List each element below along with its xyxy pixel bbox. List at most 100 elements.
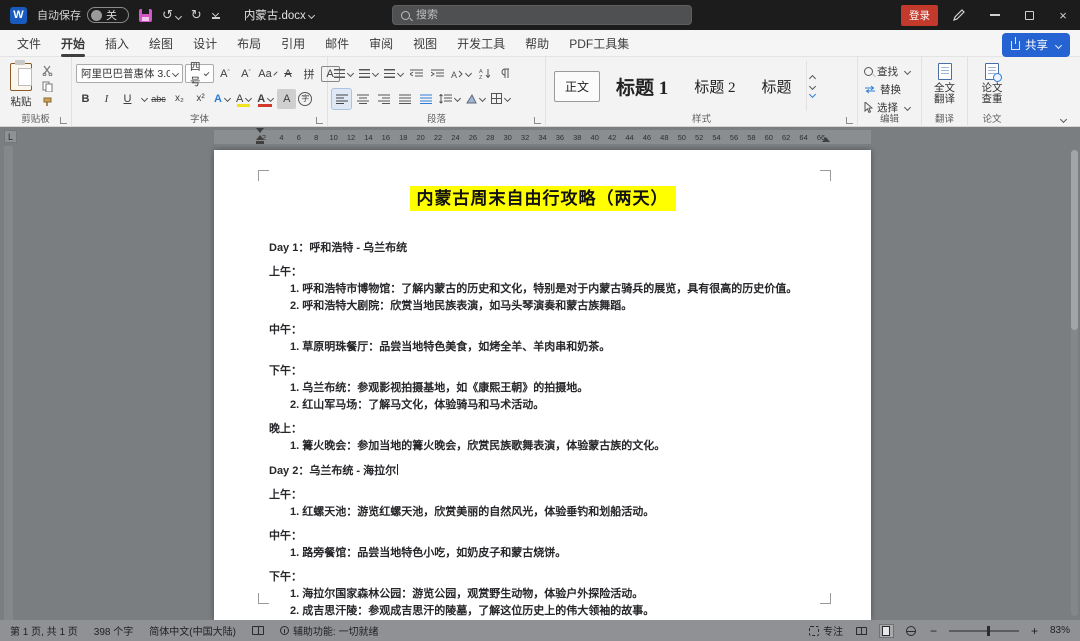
show-marks-button[interactable] <box>496 64 515 84</box>
zoom-out-button[interactable]: − <box>930 624 937 638</box>
save-icon[interactable] <box>139 9 152 22</box>
styles-gallery-expand-icon[interactable] <box>809 90 816 97</box>
style-option[interactable]: 标题 1 <box>606 67 678 106</box>
highlight-color-button[interactable]: A <box>234 89 253 109</box>
font-color-button[interactable]: A <box>255 89 275 109</box>
accessibility-status[interactable]: 辅助功能: 一切就绪 <box>280 623 379 638</box>
menu-tab[interactable]: 文件 <box>8 30 50 57</box>
horizontal-ruler[interactable]: L 24681012141618202224262830323436384042… <box>0 128 1080 146</box>
vertical-scrollbar[interactable] <box>1071 150 1078 616</box>
subscript-button[interactable]: x₂ <box>170 89 189 109</box>
align-center-button[interactable] <box>353 89 372 109</box>
document-page[interactable]: 内蒙古周末自由行攻略（两天） Day 1：呼和浩特 - 乌兰布统 上午： 1. … <box>214 150 871 620</box>
strikethrough-button[interactable]: abc <box>149 89 168 109</box>
styles-scroll-down-icon[interactable] <box>809 82 816 89</box>
language-indicator[interactable]: 简体中文(中国大陆) <box>149 623 236 638</box>
bullets-button[interactable] <box>332 64 355 84</box>
align-right-button[interactable] <box>374 89 393 109</box>
font-name-select[interactable]: 阿里巴巴普惠体 3.0 <box>76 64 183 83</box>
paragraph-dialog-launcher-icon[interactable] <box>534 117 541 124</box>
menu-tab[interactable]: 布局 <box>228 30 270 57</box>
distribute-button[interactable] <box>416 89 435 109</box>
styles-scroll-up-icon[interactable] <box>809 74 816 81</box>
full-text-translate-button[interactable]: 全文翻译 <box>926 61 963 107</box>
shading-button[interactable] <box>464 89 487 109</box>
menu-tab[interactable]: 插入 <box>96 30 138 57</box>
style-option[interactable]: 正文 <box>554 71 600 102</box>
undo-button[interactable]: ↺ <box>162 7 181 23</box>
close-button[interactable]: × <box>1046 0 1080 30</box>
right-indent-icon[interactable] <box>822 137 830 142</box>
menu-tab[interactable]: 开始 <box>52 30 94 57</box>
read-mode-button[interactable] <box>855 625 868 637</box>
italic-button[interactable]: I <box>97 89 116 109</box>
decrease-indent-button[interactable] <box>407 64 426 84</box>
menu-tab[interactable]: 开发工具 <box>448 30 514 57</box>
numbering-button[interactable] <box>357 64 380 84</box>
change-case-button[interactable]: Aa <box>258 64 277 84</box>
pen-icon[interactable] <box>952 8 966 22</box>
search-box[interactable] <box>392 5 692 25</box>
asian-layout-button[interactable]: A <box>449 64 473 84</box>
collapse-ribbon-icon[interactable] <box>1060 116 1067 123</box>
align-left-button[interactable] <box>332 89 351 109</box>
focus-mode-button[interactable]: 专注 <box>809 623 843 638</box>
bold-button[interactable]: B <box>76 89 95 109</box>
borders-button[interactable] <box>489 89 512 109</box>
autosave-toggle[interactable]: 自动保存 关 <box>37 7 129 23</box>
line-spacing-button[interactable] <box>437 89 462 109</box>
scrollbar-thumb[interactable] <box>1071 150 1078 330</box>
paper-check-button[interactable]: 论文查重 <box>972 61 1012 107</box>
document-body[interactable]: Day 1：呼和浩特 - 乌兰布统 上午： 1. 呼和浩特市博物馆：了解内蒙古的… <box>214 209 871 620</box>
menu-tab[interactable]: 引用 <box>272 30 314 57</box>
phonetic-guide-button[interactable]: 拼 <box>300 64 319 84</box>
grow-font-button[interactable]: Aˆ <box>216 64 235 84</box>
left-indent-icon[interactable] <box>256 141 264 144</box>
menu-tab[interactable]: 绘图 <box>140 30 182 57</box>
first-line-indent-icon[interactable] <box>256 128 264 133</box>
enclose-characters-button[interactable]: 字 <box>298 92 312 106</box>
menu-tab[interactable]: 审阅 <box>360 30 402 57</box>
page-indicator[interactable]: 第 1 页, 共 1 页 <box>10 623 78 638</box>
clear-formatting-button[interactable]: A <box>279 64 298 84</box>
styles-dialog-launcher-icon[interactable] <box>846 117 853 124</box>
redo-button[interactable]: ↻ <box>191 7 202 23</box>
print-layout-button[interactable] <box>880 625 893 637</box>
word-count[interactable]: 398 个字 <box>94 623 133 638</box>
copy-icon[interactable] <box>41 80 54 93</box>
proofing-status-icon[interactable] <box>252 626 264 635</box>
login-button[interactable]: 登录 <box>901 5 938 26</box>
menu-tab[interactable]: 邮件 <box>316 30 358 57</box>
sort-button[interactable]: AZ <box>475 64 494 84</box>
character-shading-button[interactable]: A <box>277 89 296 109</box>
multilevel-list-button[interactable] <box>382 64 405 84</box>
cut-icon[interactable] <box>41 64 54 77</box>
format-painter-icon[interactable] <box>41 96 54 109</box>
font-size-select[interactable]: 四号 <box>185 64 214 83</box>
quick-access-customize-button[interactable] <box>212 11 220 19</box>
minimize-button[interactable] <box>978 0 1012 30</box>
shrink-font-button[interactable]: Aˇ <box>237 64 256 84</box>
web-layout-button[interactable] <box>905 625 918 637</box>
justify-button[interactable] <box>395 89 414 109</box>
zoom-in-button[interactable]: + <box>1031 624 1038 638</box>
search-input[interactable] <box>416 9 656 21</box>
superscript-button[interactable]: x² <box>191 89 210 109</box>
menu-tab[interactable]: 设计 <box>184 30 226 57</box>
undo-dropdown-icon[interactable] <box>175 13 182 20</box>
document-name[interactable]: 内蒙古.docx <box>244 7 314 23</box>
zoom-slider-thumb[interactable] <box>987 626 990 636</box>
text-effects-button[interactable]: A <box>212 89 232 109</box>
underline-button[interactable]: U <box>118 89 137 109</box>
hanging-indent-icon[interactable] <box>256 135 264 140</box>
increase-indent-button[interactable] <box>428 64 447 84</box>
paste-button[interactable]: 粘贴 <box>4 61 38 111</box>
maximize-button[interactable] <box>1012 0 1046 30</box>
find-button[interactable]: 查找 <box>862 63 917 79</box>
underline-dropdown-icon[interactable] <box>141 95 148 102</box>
autosave-switch[interactable]: 关 <box>87 7 129 23</box>
zoom-slider[interactable] <box>949 630 1019 632</box>
zoom-level[interactable]: 83% <box>1050 625 1070 636</box>
menu-tab[interactable]: PDF工具集 <box>560 30 638 57</box>
clipboard-dialog-launcher-icon[interactable] <box>60 117 67 124</box>
